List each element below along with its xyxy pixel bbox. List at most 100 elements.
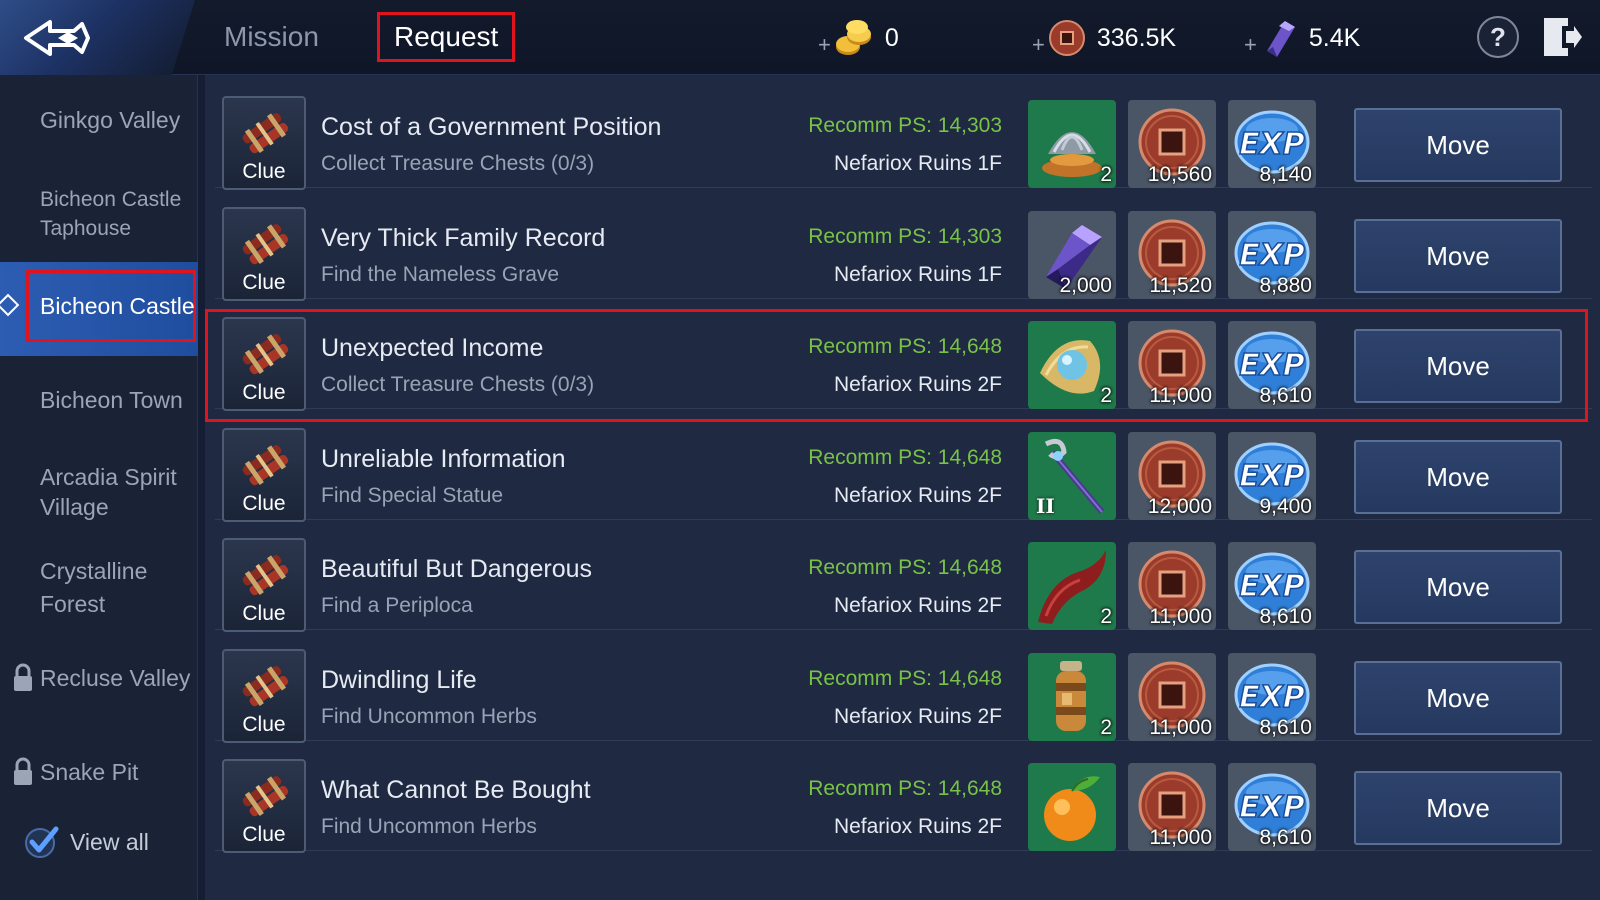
reward-exp-amount: 8,610 <box>1259 384 1312 407</box>
bronze-value: 336.5K <box>1096 23 1177 52</box>
reward-item-slot[interactable] <box>1028 763 1116 851</box>
recommended-power: Recomm PS: 14,303 <box>808 224 1002 248</box>
exit-button[interactable] <box>1540 14 1584 60</box>
reward-item-slot[interactable]: 2 <box>1028 652 1116 741</box>
request-row[interactable]: Clue Cost of a Government Position Collect… <box>215 78 1592 190</box>
reward-coin-amount: 11,000 <box>1149 826 1212 849</box>
reward-coin-slot[interactable]: 10,560 <box>1128 100 1216 188</box>
reward-exp-amount: 8,880 <box>1259 273 1312 297</box>
request-row[interactable]: Clue Unexpected Income Collect Treasure Ch… <box>215 299 1592 411</box>
reward-coin-slot[interactable]: 11,000 <box>1128 652 1216 741</box>
request-list[interactable]: Clue Cost of a Government Position Collect… <box>205 75 1600 900</box>
reward-coin-slot[interactable]: 11,000 <box>1128 763 1216 851</box>
request-title: Beautiful But Dangerous <box>321 555 593 583</box>
clue-badge: Clue <box>222 538 306 632</box>
reward-exp-slot[interactable]: EXP 8,880 <box>1228 210 1316 299</box>
move-button[interactable]: Move <box>1354 660 1562 735</box>
sidebar-item-snake-pit[interactable]: Snake Pit <box>0 757 198 787</box>
reward-item-slot[interactable]: II <box>1028 431 1116 520</box>
crystal-gem-icon <box>1266 21 1295 57</box>
move-button[interactable]: Move <box>1354 329 1562 403</box>
request-title: Unreliable Information <box>321 444 566 473</box>
clue-badge: Clue <box>222 648 306 743</box>
sidebar-item-bicheon-castle[interactable]: Bicheon Castle <box>0 291 198 321</box>
move-button[interactable]: Move <box>1354 108 1562 182</box>
move-button[interactable]: Move <box>1354 771 1562 845</box>
gold-currency[interactable]: + 0 <box>818 14 899 62</box>
move-button[interactable]: Move <box>1354 218 1562 293</box>
request-objective: Collect Treasure Chests (0/3) <box>321 152 595 175</box>
back-arrow-icon <box>24 20 90 56</box>
sidebar-item-bicheon-castle-taphouse[interactable]: Bicheon Castle Taphouse <box>0 185 190 243</box>
reward-coin-slot[interactable]: 11,520 <box>1128 210 1216 299</box>
reward-item-slot[interactable]: 2 <box>1028 100 1116 188</box>
item-tier: II <box>1036 493 1055 518</box>
view-all-checkbox[interactable]: View all <box>24 825 149 859</box>
sidebar-item-ginkgo-valley[interactable]: Ginkgo Valley <box>0 105 198 135</box>
reward-exp-amount: 8,610 <box>1259 826 1312 849</box>
reward-item-slot[interactable]: 2,000 <box>1028 210 1116 299</box>
svg-text:EXP: EXP <box>1239 459 1305 494</box>
clue-label: Clue <box>242 381 286 404</box>
reward-coin-amount: 11,520 <box>1149 273 1212 297</box>
request-row[interactable]: Clue Unreliable Information Find Special S… <box>215 410 1592 522</box>
move-button[interactable]: Move <box>1354 550 1562 624</box>
reward-coin-amount: 11,000 <box>1149 605 1212 628</box>
request-objective: Find Uncommon Herbs <box>321 815 537 838</box>
recommended-power: Recomm PS: 14,648 <box>808 335 1002 358</box>
svg-text:EXP: EXP <box>1239 569 1305 604</box>
reward-coin-amount: 12,000 <box>1147 494 1212 518</box>
bronze-coin-icon <box>1048 20 1085 56</box>
plus-icon: + <box>1244 32 1257 57</box>
clue-label: Clue <box>242 602 286 625</box>
reward-exp-slot[interactable]: EXP 8,610 <box>1228 321 1316 409</box>
request-location: Nefariox Ruins 2F <box>833 594 1002 617</box>
svg-text:EXP: EXP <box>1239 348 1305 383</box>
reward-item-slot[interactable]: 2 <box>1028 321 1116 409</box>
reward-coin-slot[interactable]: 12,000 <box>1128 431 1216 520</box>
reward-exp-slot[interactable]: EXP 8,610 <box>1228 652 1316 741</box>
sidebar-item-crystalline-forest[interactable]: Crystalline Forest <box>0 555 170 621</box>
help-button[interactable]: ? <box>1477 16 1519 58</box>
clue-badge: Clue <box>222 427 306 522</box>
reward-exp-amount: 8,140 <box>1259 163 1312 186</box>
move-button[interactable]: Move <box>1354 439 1562 514</box>
reward-exp-slot[interactable]: EXP 8,140 <box>1228 100 1316 188</box>
sidebar-item-recluse-valley[interactable]: Recluse Valley <box>0 663 198 693</box>
recommended-power: Recomm PS: 14,648 <box>808 777 1002 800</box>
reward-exp-slot[interactable]: EXP 8,610 <box>1228 763 1316 851</box>
request-title: Dwindling Life <box>321 665 477 694</box>
clue-label: Clue <box>242 270 286 294</box>
bronze-currency[interactable]: + 336.5K <box>1032 14 1176 62</box>
svg-text:EXP: EXP <box>1239 127 1305 162</box>
tab-mission[interactable]: Mission <box>210 12 333 62</box>
reward-coin-slot[interactable]: 11,000 <box>1128 542 1216 630</box>
top-bar: Mission Request + 0 + 336.5K + 5.4K ? <box>0 0 1600 75</box>
request-location: Nefariox Ruins 1F <box>833 262 1002 286</box>
reward-item-slot[interactable]: 2 <box>1028 542 1116 630</box>
request-objective: Find Special Statue <box>321 483 504 507</box>
reward-exp-slot[interactable]: EXP 8,610 <box>1228 542 1316 630</box>
view-all-label: View all <box>70 828 149 855</box>
plus-icon: + <box>818 32 831 57</box>
request-location: Nefariox Ruins 2F <box>833 483 1002 507</box>
request-row[interactable]: Clue Very Thick Family Record Find the Nam… <box>215 189 1592 301</box>
gold-value: 0 <box>884 23 899 52</box>
request-row[interactable]: Clue Dwindling Life Find Uncommon Herbs Rec… <box>215 631 1592 743</box>
sidebar-item-bicheon-town[interactable]: Bicheon Town <box>0 385 198 415</box>
request-objective: Find the Nameless Grave <box>321 262 560 286</box>
back-button[interactable] <box>0 0 195 75</box>
reward-coin-slot[interactable]: 11,000 <box>1128 321 1216 409</box>
tab-request[interactable]: Request <box>377 12 516 62</box>
gem-value: 5.4K <box>1308 23 1361 52</box>
sidebar-item-arcadia-spirit-village[interactable]: Arcadia Spirit Village <box>0 462 190 522</box>
reward-coin-amount: 11,000 <box>1149 715 1212 739</box>
request-row[interactable]: Clue What Cannot Be Bought Find Uncommon H… <box>215 741 1592 853</box>
request-location: Nefariox Ruins 2F <box>833 815 1002 838</box>
request-location: Nefariox Ruins 2F <box>833 373 1002 396</box>
reward-exp-slot[interactable]: EXP 9,400 <box>1228 431 1316 520</box>
region-sidebar: Ginkgo Valley Bicheon Castle Taphouse Bi… <box>0 75 198 900</box>
reward-item-count: 2 <box>1100 715 1112 739</box>
request-row[interactable]: Clue Beautiful But Dangerous Find a Peripl… <box>215 520 1592 632</box>
gem-currency[interactable]: + 5.4K <box>1244 14 1360 62</box>
